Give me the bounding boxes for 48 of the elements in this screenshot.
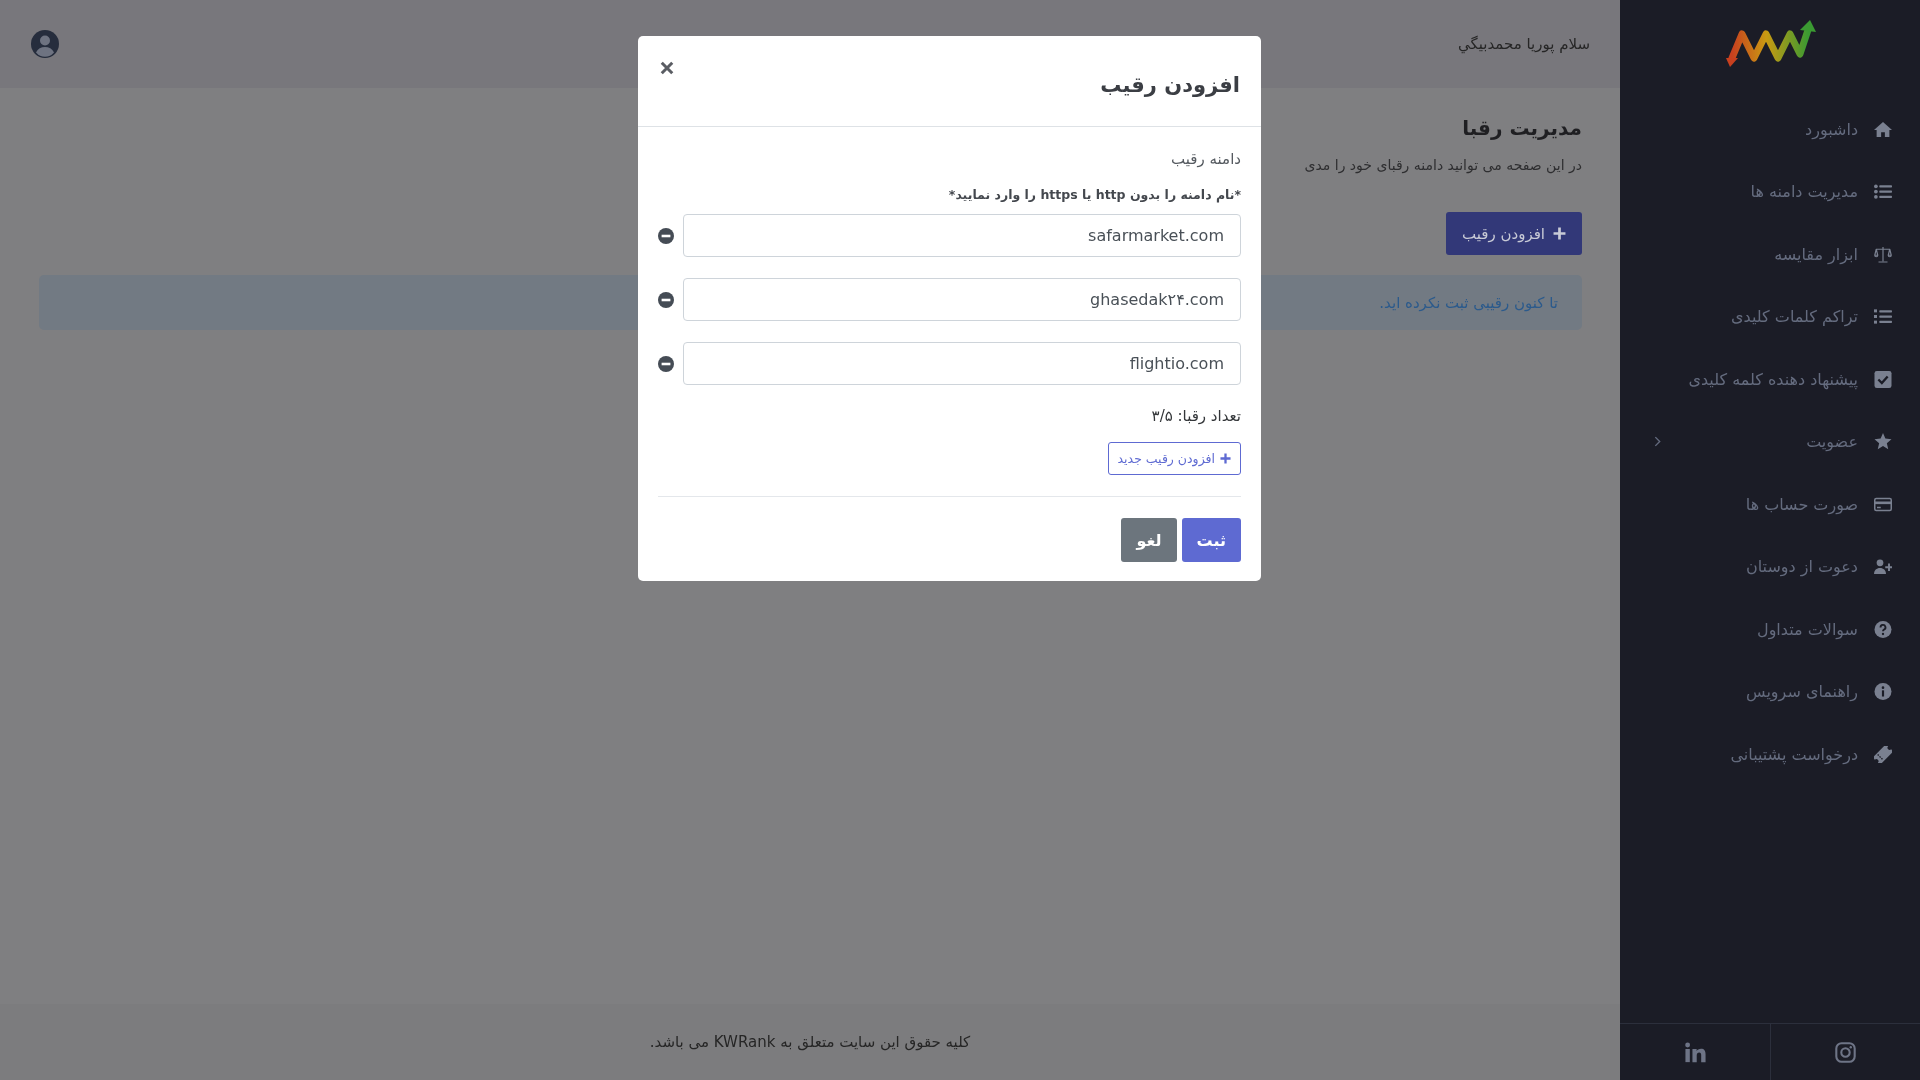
- logo-icon[interactable]: [1724, 18, 1816, 68]
- count-text: تعداد رقبا: ۳/۵: [1151, 406, 1241, 427]
- add-new-competitor-button[interactable]: افزودن رقیب جدید: [1107, 442, 1241, 475]
- plus-icon: [1553, 227, 1566, 240]
- modal-title: افزودن رقیب: [1100, 72, 1240, 99]
- alert-text: تا کنون رقیبی ثبت نکرده اید.: [1379, 293, 1558, 312]
- field-label: دامنه رقیب: [1171, 149, 1241, 170]
- hint-text: *نام دامنه را بدون http یا https را وارد نمایید*: [948, 186, 1241, 205]
- checkbox-icon: [1874, 370, 1892, 388]
- sidebar-item[interactable]: تراکم کلمات کلیدی: [1620, 285, 1920, 348]
- close-icon: [660, 61, 674, 75]
- balance-scale-icon: [1874, 245, 1892, 263]
- submit-button[interactable]: ثبت: [1181, 518, 1241, 562]
- sidebar-item[interactable]: عضویت: [1620, 410, 1920, 473]
- list-icon: [1874, 183, 1892, 201]
- sidebar-item[interactable]: پیشنهاد دهنده کلمه کلیدی: [1620, 348, 1920, 411]
- input-field[interactable]: flightio.com: [683, 342, 1241, 385]
- info-icon: [1874, 683, 1892, 701]
- add-competitor-button[interactable]: افزودن رقیب: [1446, 212, 1582, 255]
- sidebar-item[interactable]: مدیریت دامنه ها: [1620, 160, 1920, 223]
- sidebar-item[interactable]: درخواست پشتیبانی: [1620, 723, 1920, 786]
- page-title: مدیریت رقبا: [1462, 115, 1582, 142]
- input-field[interactable]: safarmarket.com: [683, 214, 1241, 257]
- sidebar-item[interactable]: صورت حساب ها: [1620, 473, 1920, 536]
- linkedin-icon[interactable]: [1684, 1041, 1706, 1063]
- minus-circle-icon[interactable]: [658, 227, 674, 244]
- star-icon: [1874, 433, 1892, 451]
- greeting-text: سلام پوریا محمدبیگي: [1458, 35, 1590, 53]
- numbered-list-icon: [1874, 308, 1892, 326]
- sidebar-item[interactable]: ابزار مقایسه: [1620, 223, 1920, 286]
- page-description: در این صفحه می توانید دامنه رقبای خود را مدی: [1304, 156, 1582, 176]
- ticket-icon: [1874, 745, 1892, 763]
- sidebar-item[interactable]: سوالات متداول: [1620, 598, 1920, 661]
- user-plus-icon: [1874, 558, 1892, 576]
- cancel-button[interactable]: لغو: [1121, 518, 1177, 562]
- input-field[interactable]: ghasedak۲۴.com: [683, 278, 1241, 321]
- sidebar-item[interactable]: دعوت از دوستان: [1620, 535, 1920, 598]
- copyright-text: کلیه حقوق این سایت متعلق به KWRank می باشد.: [649, 1033, 971, 1051]
- credit-card-icon: [1874, 495, 1892, 513]
- question-icon: [1874, 620, 1892, 638]
- plus-icon: [1220, 453, 1231, 464]
- minus-circle-icon[interactable]: [658, 291, 674, 308]
- sidebar-item[interactable]: داشبورد: [1620, 98, 1920, 161]
- user-avatar-icon[interactable]: [31, 30, 59, 58]
- sidebar-item[interactable]: راهنمای سرویس: [1620, 660, 1920, 723]
- home-icon: [1874, 120, 1892, 138]
- instagram-icon[interactable]: [1835, 1041, 1856, 1063]
- minus-circle-icon[interactable]: [658, 355, 674, 372]
